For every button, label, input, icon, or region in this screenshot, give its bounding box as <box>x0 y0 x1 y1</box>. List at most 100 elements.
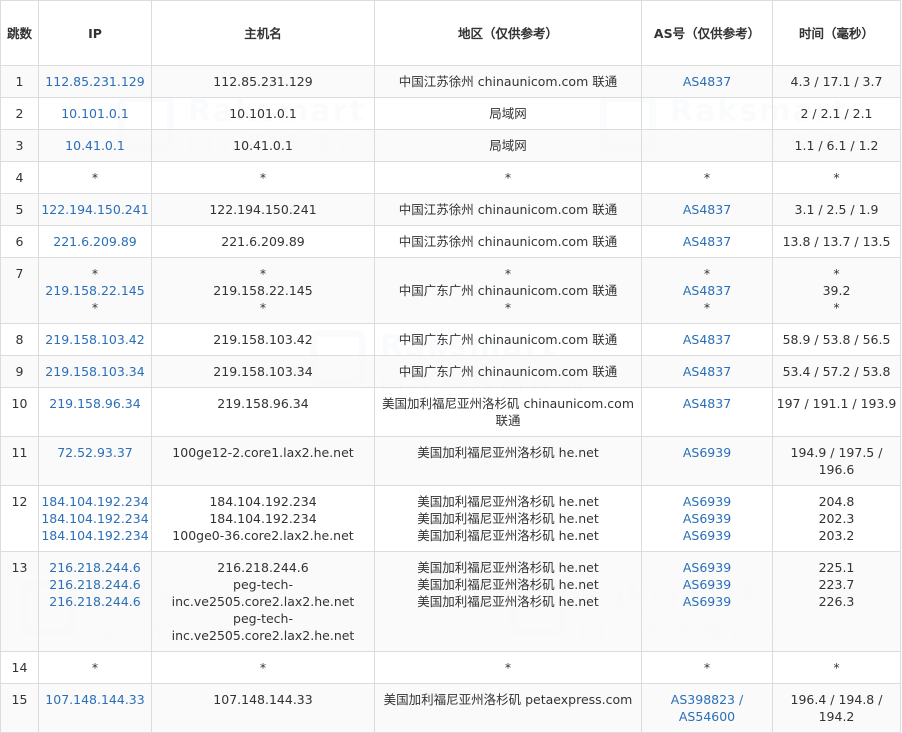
ip-cell: 184.104.192.234 184.104.192.234 184.104.19… <box>38 485 152 552</box>
host-cell: 216.218.244.6 peg-tech-inc.ve2505.core2.l… <box>151 551 375 652</box>
region-text: * <box>504 300 512 315</box>
ip-cell: 10.101.0.1 <box>38 97 152 130</box>
ip-link[interactable]: 219.158.96.34 <box>39 395 151 412</box>
region-cell: 中国江苏徐州 chinaunicom.com 联通 <box>374 225 642 258</box>
host-cell: 10.41.0.1 <box>151 129 375 162</box>
ip-link[interactable]: 184.104.192.234 <box>39 510 151 527</box>
table-row: 5 122.194.150.241 122.194.150.241 中国江苏徐州 ch… <box>0 193 901 226</box>
time-text: 196.4 / 194.8 / 194.2 <box>790 692 883 724</box>
ip-link[interactable]: 72.52.93.37 <box>39 444 151 461</box>
ip-link[interactable]: 10.41.0.1 <box>39 137 151 154</box>
ip-link[interactable]: 216.218.244.6 <box>39 593 151 610</box>
asn-link[interactable]: AS4837 <box>642 331 772 348</box>
host-cell: 221.6.209.89 <box>151 225 375 258</box>
host-text: 219.158.103.34 <box>213 364 313 379</box>
ip-link[interactable]: 219.158.22.145 <box>39 282 151 299</box>
ip-link[interactable]: 184.104.192.234 <box>39 527 151 544</box>
region-cell: 中国江苏徐州 chinaunicom.com 联通 <box>374 193 642 226</box>
asn-text: * <box>703 170 711 185</box>
region-text: 局域网 <box>489 138 527 153</box>
table-row: 12 184.104.192.234 184.104.192.234 184.104.… <box>0 485 901 552</box>
asn-cell: AS4837 <box>641 355 773 388</box>
hop-cell: 4 <box>0 161 39 194</box>
region-cell: 中国江苏徐州 chinaunicom.com 联通 <box>374 65 642 98</box>
region-cell: 中国广东广州 chinaunicom.com 联通 <box>374 355 642 388</box>
asn-cell: * <box>641 651 773 684</box>
ip-link[interactable]: 10.101.0.1 <box>39 105 151 122</box>
ip-text: * <box>91 266 99 281</box>
region-cell: 局域网 <box>374 97 642 130</box>
hop-cell: 13 <box>0 551 39 652</box>
region-cell: 美国加利福尼亚州洛杉矶 he.net 美国加利福尼亚州洛杉矶 he.net 美国加利… <box>374 551 642 652</box>
table-header-row: 跳数 IP 主机名 地区（仅供参考） AS号（仅供参考） 时间（毫秒） <box>0 0 901 66</box>
host-text: 219.158.22.145 <box>213 283 313 298</box>
ip-link[interactable]: 221.6.209.89 <box>39 233 151 250</box>
host-text: 216.218.244.6 <box>217 560 309 575</box>
table-row: 13 216.218.244.6 216.218.244.6 216.218.244.… <box>0 551 901 652</box>
time-cell: 53.4 / 57.2 / 53.8 <box>772 355 901 388</box>
ip-cell: 221.6.209.89 <box>38 225 152 258</box>
ip-text: * <box>91 170 99 185</box>
ip-cell: 112.85.231.129 <box>38 65 152 98</box>
table-row: 15 107.148.144.33 107.148.144.33 美国加利福尼亚州洛杉… <box>0 683 901 733</box>
region-text: 美国加利福尼亚州洛杉矶 chinaunicom.com 联通 <box>381 396 634 428</box>
time-cell: 194.9 / 197.5 / 196.6 <box>772 436 901 486</box>
ip-cell: * <box>38 651 152 684</box>
host-cell: 112.85.231.129 <box>151 65 375 98</box>
ip-link[interactable]: 107.148.144.33 <box>39 691 151 708</box>
asn-link[interactable]: AS4837 <box>642 73 772 90</box>
host-text: * <box>259 660 267 675</box>
host-text: 100ge0-36.core2.lax2.he.net <box>172 528 354 543</box>
asn-link[interactable]: AS6939 <box>642 510 772 527</box>
ip-link[interactable]: 184.104.192.234 <box>39 493 151 510</box>
host-text: 10.41.0.1 <box>233 138 293 153</box>
asn-link[interactable]: AS6939 <box>642 527 772 544</box>
region-text: 中国江苏徐州 chinaunicom.com 联通 <box>398 202 618 217</box>
hop-cell: 2 <box>0 97 39 130</box>
ip-link[interactable]: 112.85.231.129 <box>39 73 151 90</box>
header-asn: AS号（仅供参考） <box>641 0 773 66</box>
ip-link[interactable]: 216.218.244.6 <box>39 559 151 576</box>
traceroute-body: 1 112.85.231.129 112.85.231.129 中国江苏徐州 chin… <box>0 65 901 733</box>
ip-link[interactable]: 216.218.244.6 <box>39 576 151 593</box>
time-cell: 197 / 191.1 / 193.9 <box>772 387 901 437</box>
region-text: 美国加利福尼亚州洛杉矶 he.net <box>417 560 599 575</box>
asn-cell: AS6939 AS6939 AS6939 <box>641 485 773 552</box>
host-text: 219.158.103.42 <box>213 332 313 347</box>
ip-link[interactable]: 219.158.103.42 <box>39 331 151 348</box>
ip-text: * <box>91 300 99 315</box>
asn-link[interactable]: AS4837 <box>642 363 772 380</box>
time-text: 194.9 / 197.5 / 196.6 <box>790 445 883 477</box>
ip-cell: 219.158.103.34 <box>38 355 152 388</box>
host-text: * <box>259 266 267 281</box>
time-text: 1.1 / 6.1 / 1.2 <box>794 138 879 153</box>
asn-link[interactable]: AS6939 <box>642 444 772 461</box>
asn-link[interactable]: AS6939 <box>642 493 772 510</box>
host-text: peg-tech-inc.ve2505.core2.lax2.he.net <box>171 577 355 609</box>
region-text: 中国广东广州 chinaunicom.com 联通 <box>398 283 618 298</box>
asn-link[interactable]: AS4837 <box>642 282 772 299</box>
table-row: 8 219.158.103.42 219.158.103.42 中国广东广州 chin… <box>0 323 901 356</box>
asn-link[interactable]: AS4837 <box>642 233 772 250</box>
time-cell: 204.8 202.3 203.2 <box>772 485 901 552</box>
region-text: 中国江苏徐州 chinaunicom.com 联通 <box>398 234 618 249</box>
asn-link[interactable]: AS6939 <box>642 576 772 593</box>
ip-link[interactable]: 219.158.103.34 <box>39 363 151 380</box>
asn-text: * <box>703 300 711 315</box>
asn-cell: AS398823 / AS54600 <box>641 683 773 733</box>
time-text: 223.7 <box>818 577 855 592</box>
header-hop: 跳数 <box>0 0 39 66</box>
host-text: 112.85.231.129 <box>213 74 313 89</box>
ip-text: * <box>91 660 99 675</box>
ip-link[interactable]: 122.194.150.241 <box>39 201 151 218</box>
host-text: 100ge12-2.core1.lax2.he.net <box>172 445 354 460</box>
time-cell: 13.8 / 13.7 / 13.5 <box>772 225 901 258</box>
asn-link[interactable]: AS4837 <box>642 201 772 218</box>
asn-link[interactable]: AS6939 <box>642 593 772 610</box>
hop-cell: 15 <box>0 683 39 733</box>
ip-cell: 122.194.150.241 <box>38 193 152 226</box>
asn-link[interactable]: AS398823 / AS54600 <box>642 691 772 725</box>
asn-link[interactable]: AS4837 <box>642 395 772 412</box>
asn-cell <box>641 129 773 162</box>
asn-link[interactable]: AS6939 <box>642 559 772 576</box>
